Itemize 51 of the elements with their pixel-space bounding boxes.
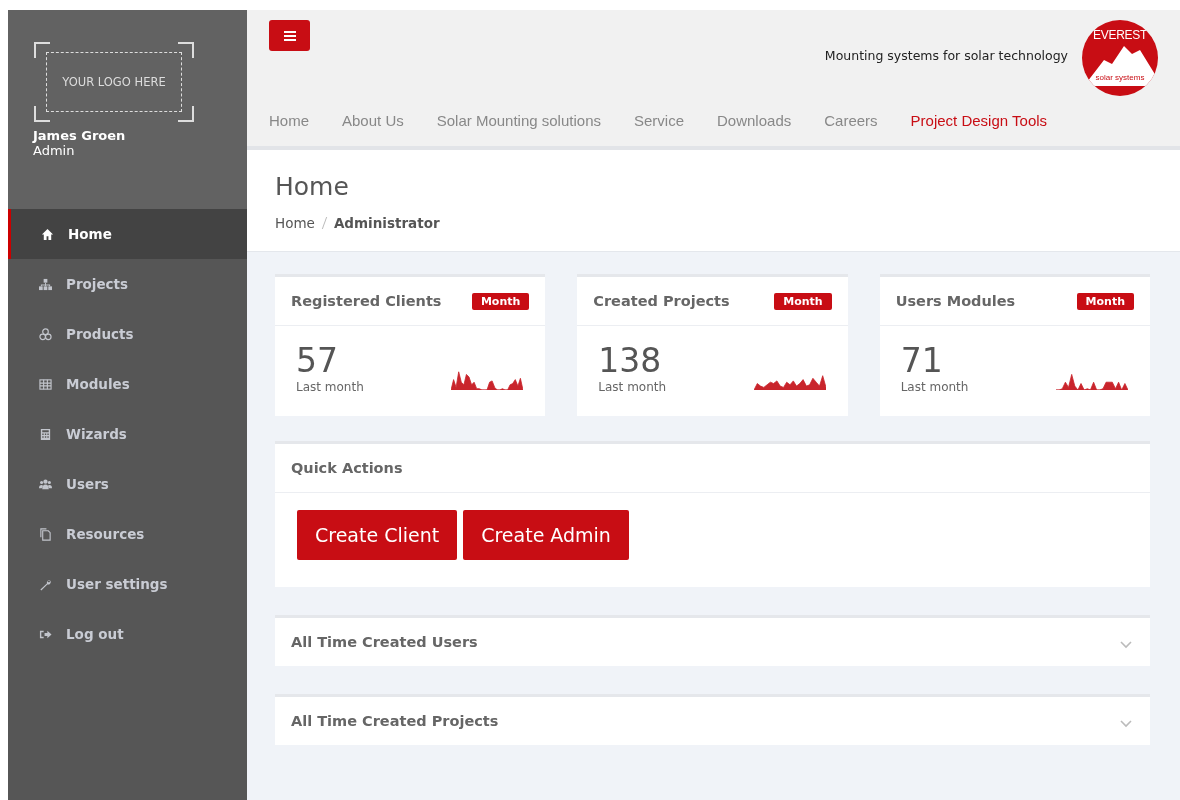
nav-link[interactable]: Solar Mounting solutions — [436, 112, 601, 129]
breadcrumb-link[interactable]: Home — [275, 215, 315, 231]
brand-logo[interactable]: EVEREST solar systems — [1082, 20, 1158, 96]
nav-link[interactable]: Service — [634, 112, 684, 129]
collapsible-panel[interactable]: All Time Created Users — [275, 615, 1150, 666]
card-title: Created Projects — [593, 293, 730, 309]
sidebar-item[interactable]: User settings — [8, 559, 247, 609]
sidebar-item[interactable]: Products — [8, 309, 247, 359]
wrench-icon — [39, 577, 52, 591]
nav-link[interactable]: Project Design Tools — [910, 112, 1048, 129]
sidebar-item[interactable]: Modules — [8, 359, 247, 409]
action-button[interactable]: Create Client — [297, 510, 458, 560]
card-title: Users Modules — [895, 293, 1016, 309]
documents-icon — [39, 527, 52, 541]
stat-caption: Last month — [598, 380, 667, 394]
nav-link[interactable]: Careers — [824, 112, 878, 129]
panel-title: All Time Created Users — [291, 634, 478, 650]
nav-link[interactable]: About Us — [342, 112, 404, 129]
period-badge: Month — [1076, 292, 1134, 310]
sidebar-item[interactable]: Resources — [8, 509, 247, 559]
sidebar-item[interactable]: Log out — [8, 609, 247, 659]
period-badge: Month — [774, 292, 832, 310]
nav-link[interactable]: Home — [269, 112, 309, 129]
stat-value: 138 — [598, 342, 663, 380]
home-icon — [41, 227, 54, 241]
panel-title: Quick Actions — [291, 460, 403, 476]
breadcrumb-current: Administrator — [333, 215, 440, 231]
sidebar-item[interactable]: Home — [8, 209, 247, 259]
stat-value: 71 — [900, 342, 944, 380]
menu-icon — [283, 30, 296, 41]
calculator-icon — [39, 427, 52, 441]
collapsible-panel[interactable]: All Time Created Projects — [275, 694, 1150, 745]
card-title: Registered Clients — [291, 293, 442, 309]
user-role: Admin — [33, 143, 76, 158]
menu-button[interactable] — [269, 20, 310, 51]
sidebar-item[interactable]: Projects — [8, 259, 247, 309]
users-icon — [39, 477, 52, 491]
tagline: Mounting systems for solar technology — [824, 48, 1068, 63]
user-name: James Groen — [33, 128, 127, 143]
page-title: Home — [275, 172, 350, 201]
sitemap-icon — [39, 277, 52, 291]
stat-caption: Last month — [900, 380, 969, 394]
nav-link[interactable]: Downloads — [717, 112, 792, 129]
stat-caption: Last month — [296, 380, 364, 394]
action-button[interactable]: Create Admin — [463, 510, 629, 560]
sidebar-item[interactable]: Wizards — [8, 409, 247, 459]
period-badge: Month — [471, 292, 530, 310]
stat-value: 57 — [296, 342, 339, 380]
panel-title: All Time Created Projects — [291, 713, 499, 729]
sidebar-item[interactable]: Users — [8, 459, 247, 509]
table-icon — [39, 377, 52, 391]
